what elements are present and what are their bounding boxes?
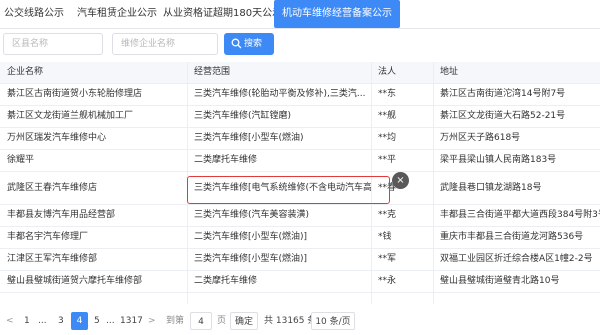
cell-legal-person: **平: [378, 155, 397, 165]
cell-legal-person: **舰: [378, 111, 397, 121]
prev-page-button[interactable]: <: [6, 312, 14, 330]
cell-address: 綦江区文龙街道大石路52-21号: [440, 111, 566, 121]
header-scope: 经营范围: [194, 67, 231, 77]
table-row[interactable]: 江津区王军汽车维修部 三类汽车维修[小型车(燃油)] **军 双福工业园区折迁综…: [0, 249, 600, 271]
cell-company: 江津区王军汽车维修部: [7, 254, 98, 264]
cell-legal-person: **东: [378, 89, 397, 99]
cell-address: 万州区天子路618号: [440, 133, 521, 143]
cell-scope: 二类汽车维修[小型车(燃油)]: [194, 232, 308, 242]
search-button[interactable]: 搜索: [224, 33, 274, 55]
tab-license-overdue[interactable]: 从业资格证超期180天公示: [163, 0, 282, 28]
page-4-current[interactable]: 4: [71, 312, 88, 330]
pagination-ellipsis[interactable]: ...: [106, 312, 115, 330]
table-row[interactable]: 綦江区古南街道贺小东轮胎修理店 三类汽车维修(轮胎动平衡及修补),三类汽... …: [0, 84, 600, 106]
table-header: 企业名称 经营范围 法人 地址: [0, 62, 600, 84]
district-placeholder: 区县名称: [12, 39, 49, 49]
header-legal-person: 法人: [378, 67, 397, 77]
close-icon[interactable]: ×: [392, 172, 409, 189]
table-row[interactable]: 丰都名宇汽车修理厂 二类汽车维修[小型车(燃油)] *钱 重庆市丰都县三合街道龙…: [0, 227, 600, 249]
pagination: < 1 ... 3 4 5 ... 1317 > 到第 4 页 确定 共 131…: [0, 312, 600, 332]
cell-legal-person: **克: [378, 210, 397, 220]
tab-bar: 公交线路公示 汽车租赁企业公示 从业资格证超期180天公示 机动车维修经营备案公…: [0, 0, 600, 29]
cell-legal-person: **均: [378, 133, 397, 143]
cell-address: 双福工业园区折迁综合楼A区1幢2-2号: [440, 254, 593, 264]
cell-address: 丰都县三合街道平都大道西段384号附3号: [440, 210, 600, 220]
cell-company: 武隆区王春汽车维修店: [7, 183, 98, 193]
tab-vehicle-repair[interactable]: 机动车维修经营备案公示: [274, 0, 400, 28]
cell-address: 璧山县璧城街道璧青北路10号: [440, 276, 560, 286]
page-size-value: 10 条/页: [315, 317, 351, 327]
next-page-button[interactable]: >: [148, 312, 156, 330]
cell-company: 徐耀平: [7, 155, 35, 165]
page-unit-label: 页: [217, 316, 227, 326]
table-row[interactable]: 綦江区文龙街道兰舰机械加工厂 三类汽车维修(汽缸镗磨) **舰 綦江区文龙街道大…: [0, 106, 600, 128]
confirm-button[interactable]: 确定: [230, 312, 258, 330]
cell-legal-person: **永: [378, 276, 397, 286]
cell-address: 梁平县梁山镇人民南路183号: [440, 155, 557, 165]
page-1[interactable]: 1: [24, 312, 30, 330]
pagination-ellipsis[interactable]: ...: [38, 312, 47, 330]
table-row[interactable]: 徐耀平 二类摩托车维修 **平 梁平县梁山镇人民南路183号: [0, 150, 600, 172]
company-placeholder: 维修企业名称: [121, 39, 176, 49]
cell-scope: 二类摩托车维修: [194, 155, 258, 165]
table-row[interactable]: 万州区瑞发汽车维修中心 三类汽车维修[小型车(燃油) **均 万州区天子路618…: [0, 128, 600, 150]
cell-company: 万州区瑞发汽车维修中心: [7, 133, 107, 143]
page-3[interactable]: 3: [58, 312, 64, 330]
cell-company: 丰都县友博汽车用品经营部: [7, 210, 116, 220]
highlight-box: [187, 176, 390, 204]
search-icon: [231, 38, 242, 49]
cell-scope: 三类汽车维修(汽缸镗磨): [194, 111, 292, 121]
cell-address: 武隆县巷口镇龙湖路18号: [440, 183, 542, 193]
cell-scope: 三类汽车维修[小型车(燃油): [194, 133, 304, 143]
table-row[interactable]: 丰都县友博汽车用品经营部 三类汽车维修(汽车美容装潢) **克 丰都县三合街道平…: [0, 205, 600, 227]
goto-page-input[interactable]: 4: [190, 312, 212, 330]
cell-scope: 二类摩托车维修: [194, 276, 258, 286]
cell-company: 綦江区文龙街道兰舰机械加工厂: [7, 111, 134, 121]
cell-company: 璧山县璧城街道贺六摩托车维修部: [7, 276, 143, 286]
cell-legal-person: *钱: [378, 232, 392, 242]
cell-scope: 三类汽车维修(汽车美容装潢): [194, 210, 310, 220]
company-input[interactable]: 维修企业名称: [112, 33, 218, 55]
search-button-label: 搜索: [244, 39, 263, 49]
total-count: 共 13165 条: [264, 316, 317, 326]
cell-legal-person: **军: [378, 254, 397, 264]
cell-scope: 三类汽车维修(轮胎动平衡及修补),三类汽...: [194, 89, 366, 99]
tab-bus-routes[interactable]: 公交线路公示: [4, 0, 64, 28]
table-row[interactable]: 璧山县璧城街道贺六摩托车维修部 二类摩托车维修 **永 璧山县璧城街道璧青北路1…: [0, 271, 600, 293]
cell-address: 重庆市丰都县三合街道龙河路536号: [440, 232, 584, 242]
filter-bar: 区县名称 维修企业名称 搜索: [0, 33, 600, 59]
page-size-select[interactable]: 10 条/页: [311, 312, 355, 330]
cell-address: 綦江区古南街道沱湾14号附7号: [440, 89, 566, 99]
cell-company: 綦江区古南街道贺小东轮胎修理店: [7, 89, 143, 99]
cell-company: 丰都名宇汽车修理厂: [7, 232, 89, 242]
header-address: 地址: [440, 67, 459, 77]
cell-scope: 三类汽车维修[小型车(燃油)]: [194, 254, 308, 264]
page-last[interactable]: 1317: [120, 312, 143, 330]
column-divider: [433, 62, 434, 304]
header-company: 企业名称: [7, 67, 44, 77]
district-input[interactable]: 区县名称: [3, 33, 103, 55]
goto-label: 到第: [166, 316, 185, 326]
tab-car-rental[interactable]: 汽车租赁企业公示: [77, 0, 157, 28]
page-5[interactable]: 5: [94, 312, 100, 330]
